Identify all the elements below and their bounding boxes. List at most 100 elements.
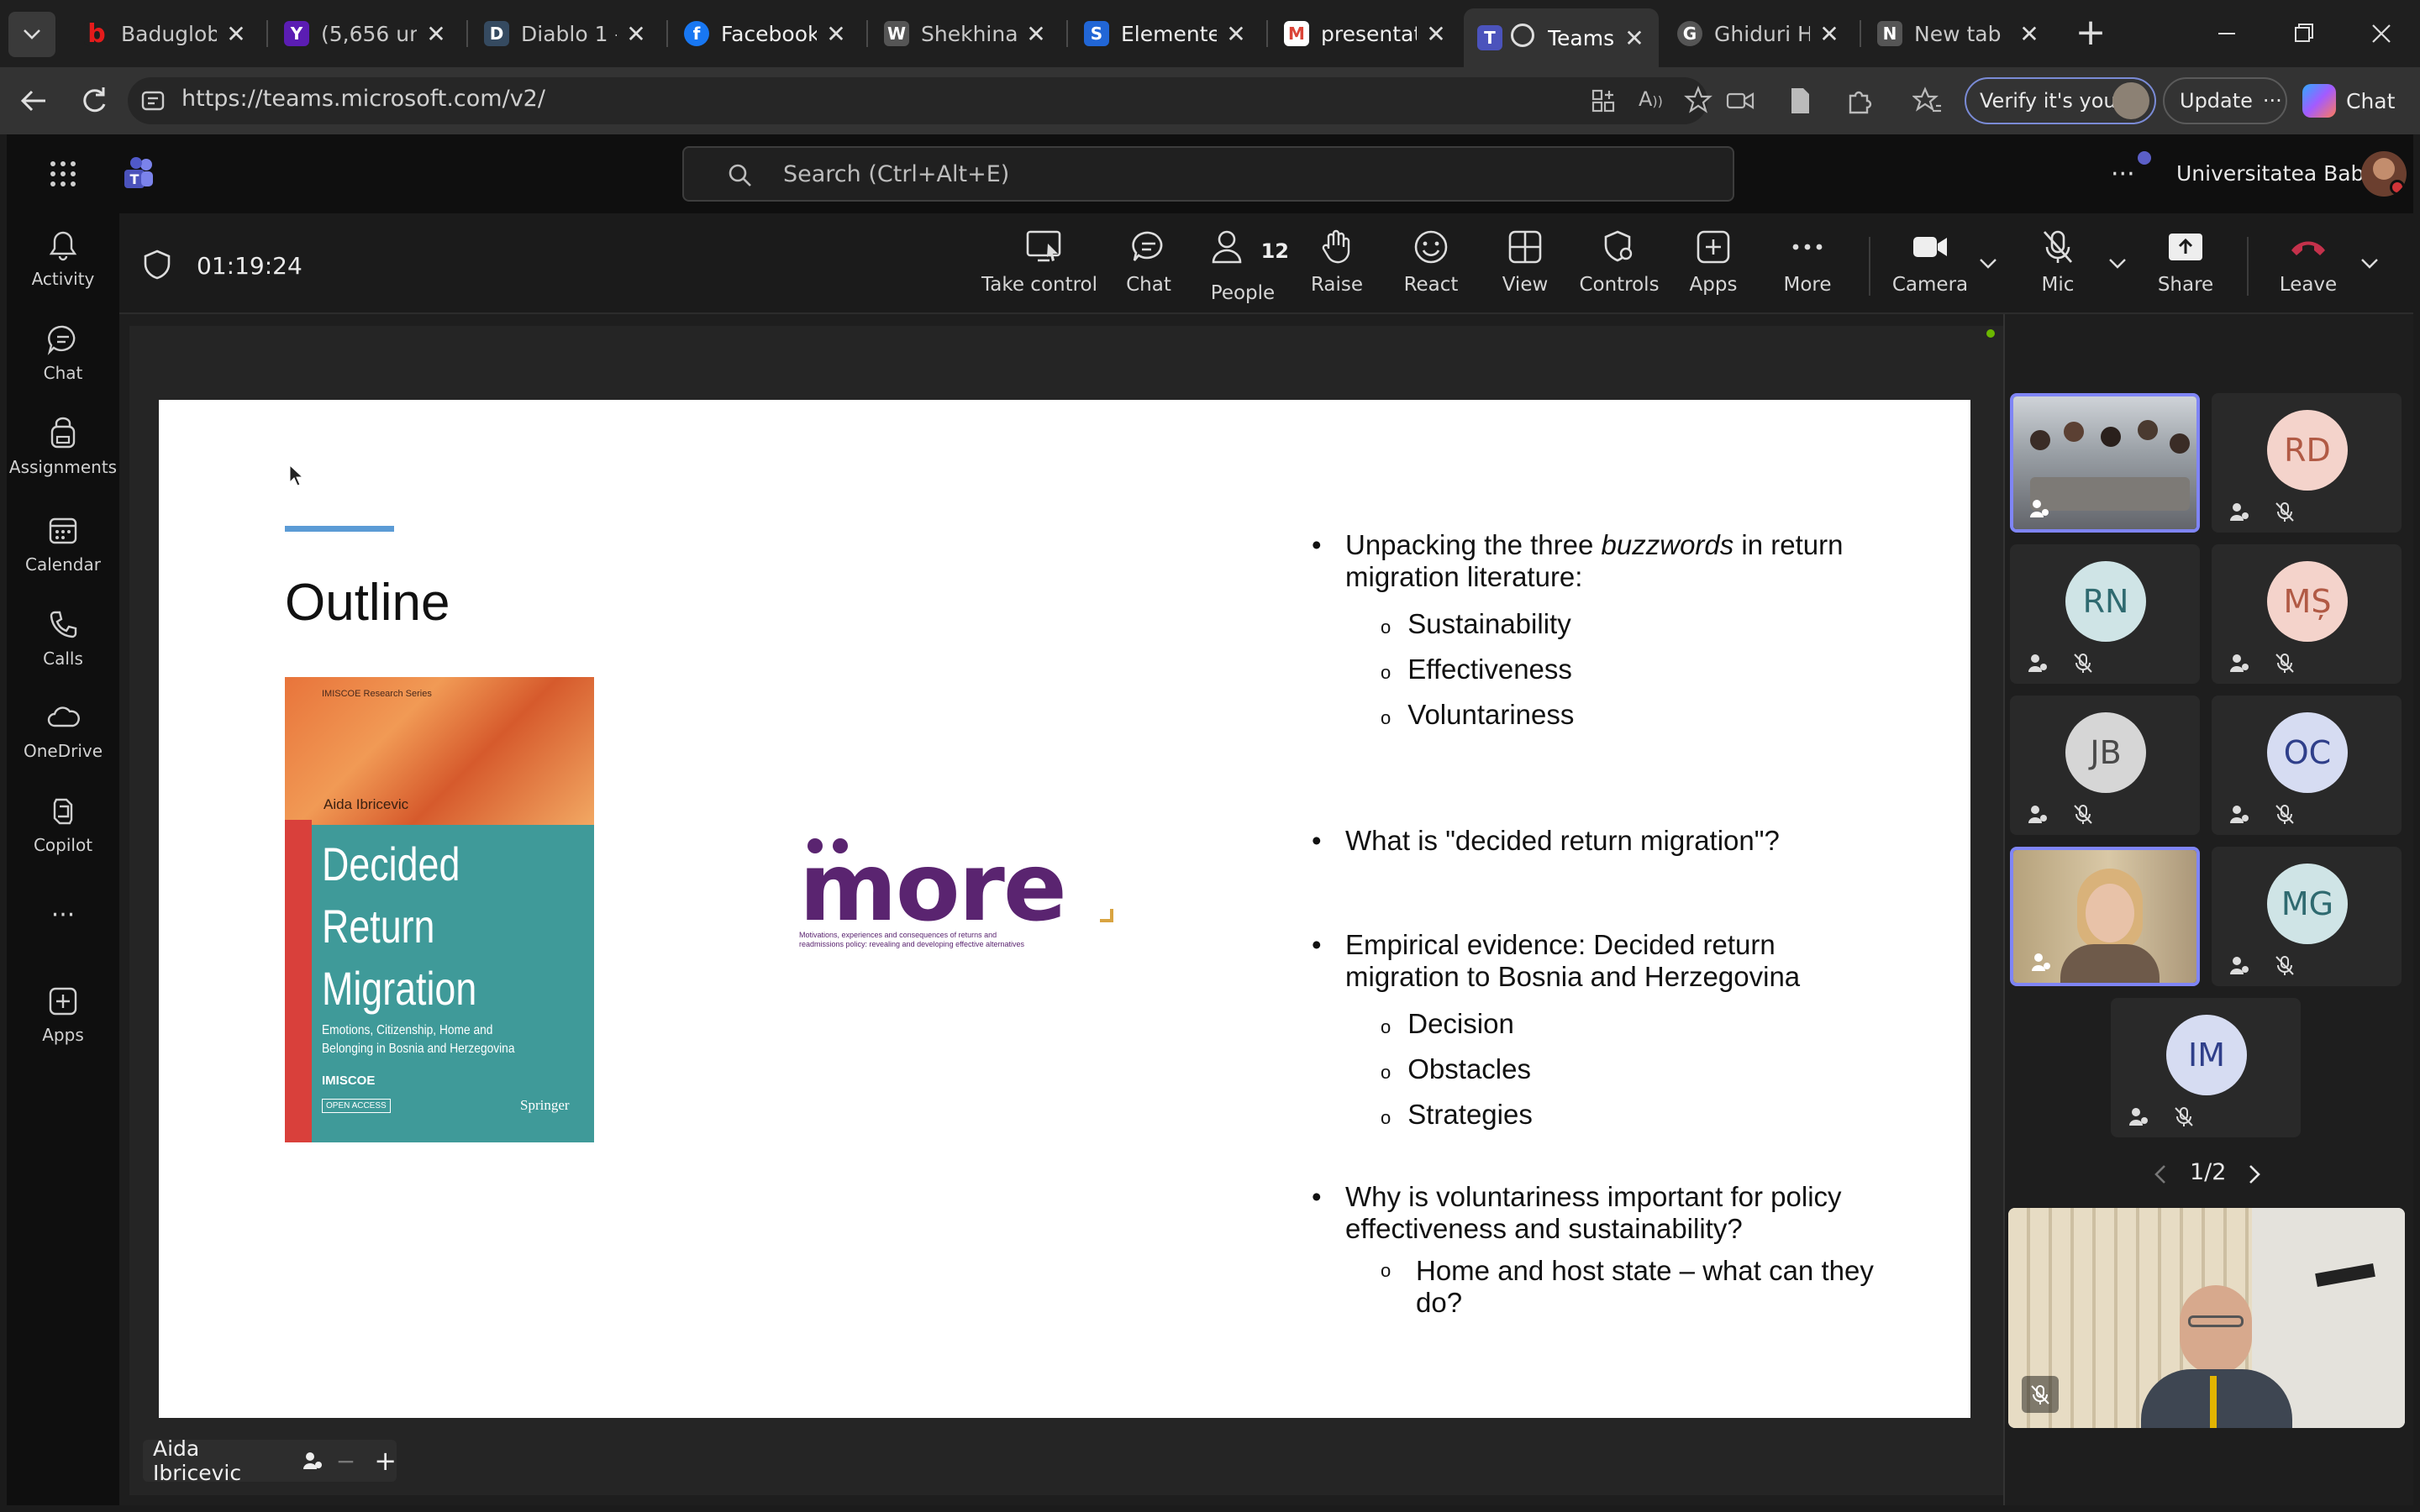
- read-aloud-icon[interactable]: A)): [1639, 87, 1667, 114]
- raise-hand-button[interactable]: Raise: [1291, 228, 1383, 296]
- rail-apps[interactable]: Apps: [7, 984, 119, 1045]
- react-button[interactable]: React: [1385, 228, 1477, 296]
- participant-tile[interactable]: MG: [2212, 847, 2402, 986]
- self-mic-off-icon[interactable]: [2022, 1376, 2059, 1413]
- tab-close-icon[interactable]: ✕: [225, 20, 247, 48]
- browser-tab[interactable]: f Facebook ✕: [671, 8, 860, 59]
- mic-options-chevron-icon[interactable]: [2107, 257, 2128, 270]
- mic-button[interactable]: Mic: [2012, 228, 2104, 296]
- chat-button[interactable]: Chat: [1102, 228, 1195, 296]
- browser-tab[interactable]: D Diablo 1 - P ✕: [471, 8, 660, 59]
- participant-tile[interactable]: RN: [2010, 544, 2200, 684]
- mic-off-icon: [2275, 502, 2294, 522]
- rail-calls[interactable]: Calls: [7, 608, 119, 669]
- tab-close-icon[interactable]: ✕: [1425, 20, 1447, 48]
- minimize-icon[interactable]: [2202, 12, 2252, 55]
- tab-close-icon[interactable]: ✕: [425, 20, 447, 48]
- browser-tab[interactable]: b Badugloba ✕: [71, 8, 260, 59]
- gallery-next-icon[interactable]: [2244, 1163, 2264, 1186]
- view-button[interactable]: View: [1479, 228, 1571, 296]
- participant-tile[interactable]: IM: [2111, 998, 2301, 1137]
- leave-options-chevron-icon[interactable]: [2360, 257, 2380, 270]
- camera-permission-icon[interactable]: [1726, 87, 1754, 114]
- update-more-icon: ···: [2262, 89, 2282, 113]
- url-text[interactable]: https://teams.microsoft.com/v2/: [182, 86, 545, 112]
- participant-tile[interactable]: RD: [2212, 393, 2402, 533]
- copilot-chat-button[interactable]: Chat: [2302, 81, 2415, 121]
- tab-close-icon[interactable]: ✕: [1025, 20, 1047, 48]
- zoom-out-icon[interactable]: −: [336, 1447, 355, 1475]
- rail-activity[interactable]: Activity: [7, 228, 119, 289]
- participant-tile[interactable]: MȘ: [2212, 544, 2402, 684]
- camera-options-chevron-icon[interactable]: [1978, 257, 1998, 270]
- tab-close-icon[interactable]: ✕: [1623, 24, 1645, 52]
- search-placeholder[interactable]: Search (Ctrl+Alt+E): [783, 161, 1009, 187]
- take-control-button[interactable]: Take control: [981, 228, 1097, 296]
- rail-more[interactable]: ···: [7, 900, 119, 930]
- self-view-video[interactable]: [2008, 1208, 2405, 1428]
- tab-close-icon[interactable]: ✕: [2018, 20, 2040, 48]
- refresh-icon[interactable]: [76, 82, 113, 119]
- back-icon[interactable]: [15, 82, 52, 119]
- tab-favicon-icon: S: [1084, 21, 1109, 46]
- gallery-prev-icon[interactable]: [2151, 1163, 2171, 1186]
- tab-list-dropdown-icon[interactable]: [8, 12, 55, 57]
- new-tab-button[interactable]: +: [2067, 10, 2114, 57]
- browser-tab[interactable]: N New tab ✕: [1864, 8, 2054, 59]
- rail-copilot[interactable]: Copilot: [7, 795, 119, 855]
- toolbar-label: Chat: [1126, 274, 1171, 296]
- leave-button[interactable]: Leave: [2262, 228, 2354, 296]
- presenter-chip[interactable]: Aida Ibricevic − +: [143, 1436, 397, 1485]
- browser-tab[interactable]: M presentatio ✕: [1270, 8, 1460, 59]
- settings-more-icon[interactable]: ···: [2111, 160, 2135, 189]
- close-icon[interactable]: [2356, 12, 2407, 55]
- zoom-in-icon[interactable]: +: [374, 1445, 397, 1477]
- browser-tab[interactable]: S Elemente tr ✕: [1071, 8, 1260, 59]
- phone-icon: [50, 611, 77, 638]
- participant-video-tile-speaking[interactable]: [2010, 847, 2200, 986]
- tab-close-icon[interactable]: ✕: [1225, 20, 1247, 48]
- user-avatar[interactable]: [2361, 151, 2407, 197]
- profile-avatar: [2112, 82, 2149, 119]
- org-name[interactable]: Universitatea Bab...: [2176, 161, 2384, 186]
- apps-button[interactable]: Apps: [1667, 228, 1760, 296]
- tab-close-icon[interactable]: ✕: [1818, 20, 1840, 48]
- restore-icon[interactable]: [2279, 12, 2329, 55]
- app-launcher-icon[interactable]: [49, 160, 77, 188]
- tab-close-icon[interactable]: ✕: [825, 20, 847, 48]
- participant-tile[interactable]: OC: [2212, 696, 2402, 835]
- teams-logo-icon: T: [121, 156, 156, 192]
- verify-identity-button[interactable]: Verify it's you: [1965, 77, 2156, 124]
- site-info-icon[interactable]: [139, 87, 166, 114]
- more-actions-button[interactable]: More: [1761, 228, 1854, 296]
- favorite-star-icon[interactable]: [1684, 86, 1712, 114]
- update-button[interactable]: Update ···: [2163, 77, 2287, 124]
- book-title-line: Migration: [322, 962, 477, 1015]
- security-shield-icon[interactable]: [143, 249, 171, 281]
- rail-onedrive[interactable]: OneDrive: [7, 701, 119, 761]
- rail-assignments[interactable]: Assignments: [7, 417, 119, 477]
- app-available-icon[interactable]: [1590, 87, 1617, 114]
- browser-tab[interactable]: G Ghiduri HTS ✕: [1664, 8, 1854, 59]
- rail-calendar[interactable]: Calendar: [7, 514, 119, 575]
- share-button[interactable]: Share: [2139, 228, 2232, 296]
- backpack-icon: [50, 417, 76, 449]
- participant-video-tile[interactable]: [2010, 393, 2200, 533]
- mouse-cursor-icon: [288, 464, 305, 487]
- people-button[interactable]: 12 People: [1197, 228, 1289, 304]
- browser-tab[interactable]: Y (5,656 unre ✕: [271, 8, 460, 59]
- tab-favicon-icon: N: [1877, 21, 1902, 46]
- chat-icon: [1132, 231, 1163, 261]
- favorites-icon[interactable]: [1912, 86, 1943, 116]
- toolbar-label: Raise: [1310, 274, 1364, 296]
- camera-button[interactable]: Camera: [1884, 228, 1976, 296]
- tab-close-icon[interactable]: ✕: [625, 20, 647, 48]
- participant-tile[interactable]: JB: [2010, 696, 2200, 835]
- book-open-access-badge: OPEN ACCESS: [322, 1099, 391, 1113]
- extensions-icon[interactable]: [1844, 86, 1874, 116]
- controls-button[interactable]: Controls: [1573, 228, 1665, 296]
- browser-tab-active[interactable]: T Teams ✕: [1464, 8, 1659, 67]
- rail-chat[interactable]: Chat: [7, 323, 119, 383]
- reading-view-icon[interactable]: [1786, 86, 1813, 116]
- browser-tab[interactable]: W Shekhinah ✕: [871, 8, 1060, 59]
